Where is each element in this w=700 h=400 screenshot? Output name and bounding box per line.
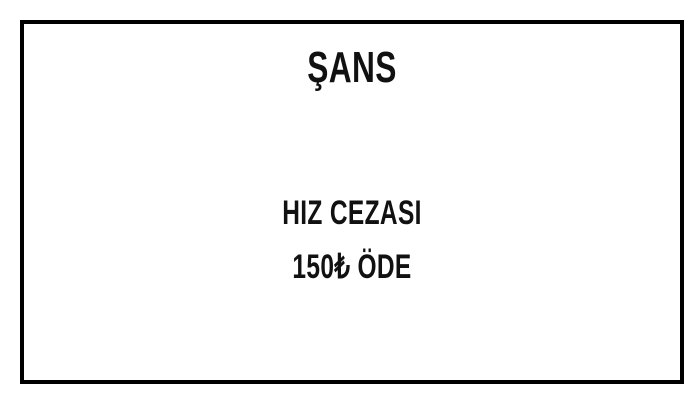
chance-card: ŞANS HIZ CEZASI 150₺ ÖDE (20, 20, 684, 384)
card-text-line-1: HIZ CEZASI (282, 194, 422, 232)
card-title: ŞANS (307, 43, 397, 92)
card-text-line-2: 150₺ ÖDE (292, 248, 412, 286)
